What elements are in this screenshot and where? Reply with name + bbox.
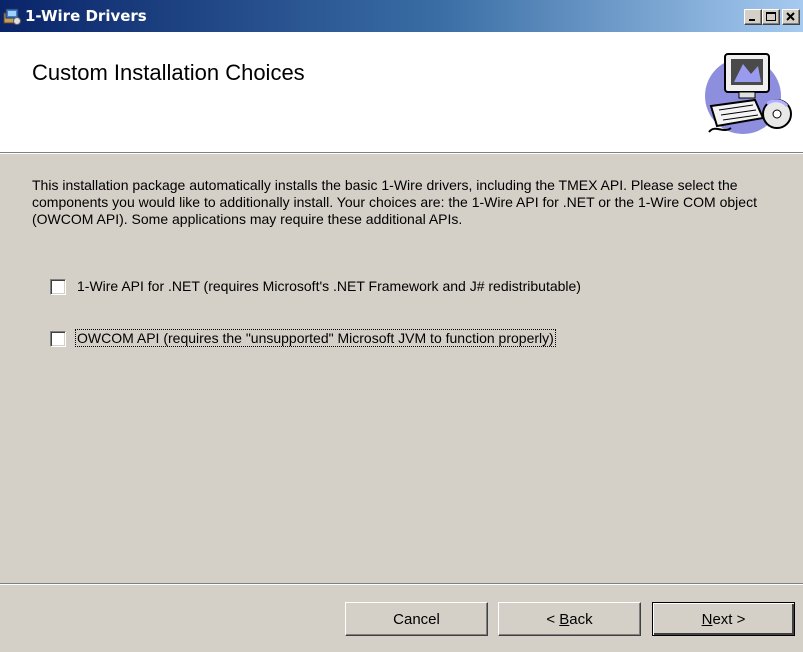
cancel-button[interactable]: Cancel [345,602,488,636]
next-button[interactable]: Next > [652,602,795,636]
dotnet-api-checkbox[interactable] [50,279,66,295]
owcom-api-label[interactable]: OWCOM API (requires the "unsupported" Mi… [75,329,556,347]
maximize-icon[interactable] [762,9,780,25]
owcom-api-checkbox[interactable] [50,331,66,347]
close-icon[interactable] [782,9,800,25]
title-bar[interactable]: 1-Wire Drivers [0,0,803,32]
back-button[interactable]: < Back [498,602,641,636]
computer-cd-icon [703,44,795,138]
minimize-icon[interactable] [744,9,762,25]
page-title: Custom Installation Choices [32,60,305,85]
installer-icon [3,7,21,25]
dotnet-api-label[interactable]: 1-Wire API for .NET (requires Microsoft'… [76,278,582,294]
dialog-header: Custom Installation Choices [0,32,803,152]
window-title: 1-Wire Drivers [25,7,147,25]
description-text: This installation package automatically … [32,177,757,227]
